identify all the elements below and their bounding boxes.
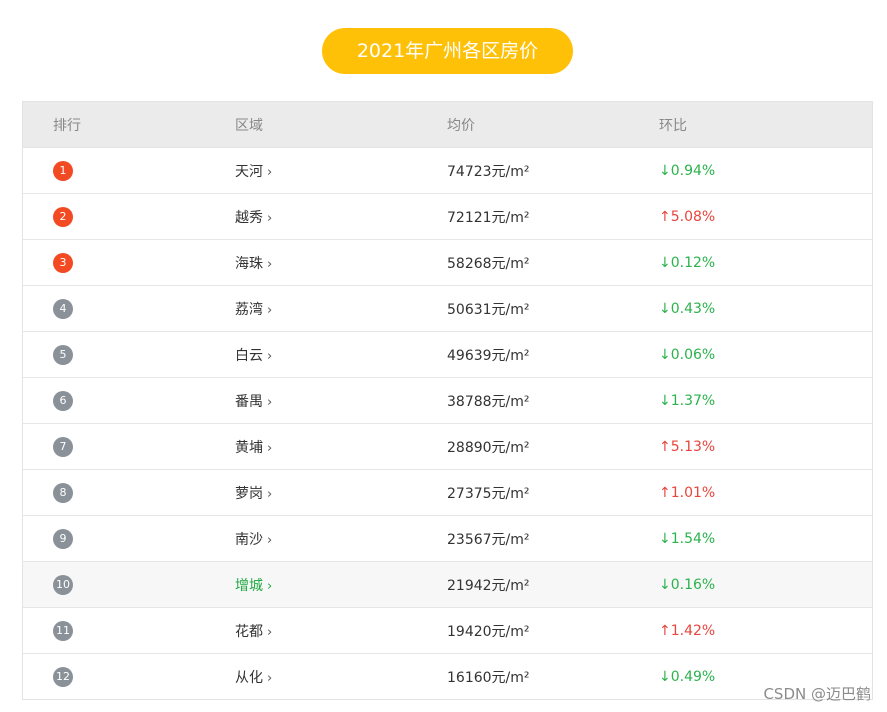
price-value: 21942元/m² [447, 577, 530, 594]
header-rank: 排行 [53, 117, 81, 134]
region-link[interactable]: 南沙 › [235, 529, 447, 549]
table-row: 1 天河 › 74723元/m² ↓0.94% [23, 148, 872, 194]
rank-badge: 1 [53, 160, 73, 181]
region-link[interactable]: 白云 › [235, 345, 447, 365]
change-value: ↑5.13% [659, 438, 716, 455]
price-value: 72121元/m² [447, 209, 530, 226]
chevron-right-icon: › [267, 164, 273, 180]
price-value: 19420元/m² [447, 623, 530, 640]
region-label: 萝岗 [235, 485, 263, 502]
rank-badge: 2 [53, 206, 73, 227]
region-link[interactable]: 越秀 › [235, 207, 447, 227]
chevron-right-icon: › [267, 302, 273, 318]
region-label: 白云 [235, 347, 263, 364]
chevron-right-icon: › [267, 670, 273, 686]
table-row: 12 从化 › 16160元/m² ↓0.49% [23, 654, 872, 699]
region-link[interactable]: 天河 › [235, 161, 447, 181]
region-label: 番禺 [235, 393, 263, 410]
chevron-right-icon: › [267, 486, 273, 502]
rank-badge: 4 [53, 298, 73, 319]
region-label: 花都 [235, 623, 263, 640]
table-row-hovered: 10 增城 › 21942元/m² ↓0.16% [23, 562, 872, 608]
change-value: ↓0.12% [659, 254, 716, 271]
price-value: 74723元/m² [447, 163, 530, 180]
region-label: 南沙 [235, 531, 263, 548]
price-value: 38788元/m² [447, 393, 530, 410]
region-link[interactable]: 番禺 › [235, 391, 447, 411]
change-value: ↑5.08% [659, 208, 716, 225]
rank-badge: 6 [53, 390, 73, 411]
chevron-right-icon: › [267, 440, 273, 456]
table-row: 3 海珠 › 58268元/m² ↓0.12% [23, 240, 872, 286]
change-value: ↓0.43% [659, 300, 716, 317]
region-label: 天河 [235, 163, 263, 180]
change-value: ↑1.01% [659, 484, 716, 501]
price-value: 50631元/m² [447, 301, 530, 318]
table-header: 排行 区域 均价 环比 [23, 102, 872, 148]
rank-badge: 7 [53, 436, 73, 457]
change-value: ↓0.16% [659, 576, 716, 593]
chevron-right-icon: › [267, 394, 273, 410]
change-value: ↓1.37% [659, 392, 716, 409]
price-table: 排行 区域 均价 环比 1 天河 › 74723元/m² ↓0.94% 2 越秀 ›… [22, 101, 873, 700]
chevron-right-icon: › [267, 256, 273, 272]
region-link[interactable]: 花都 › [235, 621, 447, 641]
change-value: ↓0.06% [659, 346, 716, 363]
region-label: 荔湾 [235, 301, 263, 318]
chevron-right-icon: › [267, 624, 273, 640]
region-link[interactable]: 从化 › [235, 667, 447, 687]
rank-badge: 10 [53, 574, 73, 595]
rank-badge: 11 [53, 620, 73, 641]
price-value: 16160元/m² [447, 669, 530, 686]
price-value: 27375元/m² [447, 485, 530, 502]
table-row: 5 白云 › 49639元/m² ↓0.06% [23, 332, 872, 378]
region-label: 越秀 [235, 209, 263, 226]
table-row: 9 南沙 › 23567元/m² ↓1.54% [23, 516, 872, 562]
region-link[interactable]: 增城 › [235, 575, 447, 595]
rank-badge: 12 [53, 666, 73, 687]
header-price: 均价 [447, 117, 475, 134]
change-value: ↑1.42% [659, 622, 716, 639]
rank-badge: 8 [53, 482, 73, 503]
watermark: CSDN @迈巴鹤 [763, 685, 871, 703]
price-value: 58268元/m² [447, 255, 530, 272]
table-row: 4 荔湾 › 50631元/m² ↓0.43% [23, 286, 872, 332]
region-label: 海珠 [235, 255, 263, 272]
page: 2021年广州各区房价 排行 区域 均价 环比 1 天河 › 74723元/m² … [0, 0, 887, 712]
region-link[interactable]: 黄埔 › [235, 437, 447, 457]
region-link[interactable]: 萝岗 › [235, 483, 447, 503]
rank-badge: 5 [53, 344, 73, 365]
header-region: 区域 [235, 117, 263, 134]
region-link[interactable]: 荔湾 › [235, 299, 447, 319]
table-row: 6 番禺 › 38788元/m² ↓1.37% [23, 378, 872, 424]
table-row: 8 萝岗 › 27375元/m² ↑1.01% [23, 470, 872, 516]
chevron-right-icon: › [267, 210, 273, 226]
region-label: 从化 [235, 669, 263, 686]
chevron-right-icon: › [267, 348, 273, 364]
rank-badge: 3 [53, 252, 73, 273]
region-label: 黄埔 [235, 439, 263, 456]
table-row: 7 黄埔 › 28890元/m² ↑5.13% [23, 424, 872, 470]
chevron-right-icon: › [267, 578, 273, 594]
price-value: 28890元/m² [447, 439, 530, 456]
table-row: 11 花都 › 19420元/m² ↑1.42% [23, 608, 872, 654]
change-value: ↓0.49% [659, 668, 716, 685]
chevron-right-icon: › [267, 532, 273, 548]
region-link[interactable]: 海珠 › [235, 253, 447, 273]
price-value: 23567元/m² [447, 531, 530, 548]
table-row: 2 越秀 › 72121元/m² ↑5.08% [23, 194, 872, 240]
region-label: 增城 [235, 577, 263, 594]
change-value: ↓0.94% [659, 162, 716, 179]
price-value: 49639元/m² [447, 347, 530, 364]
header-change: 环比 [659, 117, 687, 134]
rank-badge: 9 [53, 528, 73, 549]
change-value: ↓1.54% [659, 530, 716, 547]
page-title: 2021年广州各区房价 [322, 28, 573, 74]
